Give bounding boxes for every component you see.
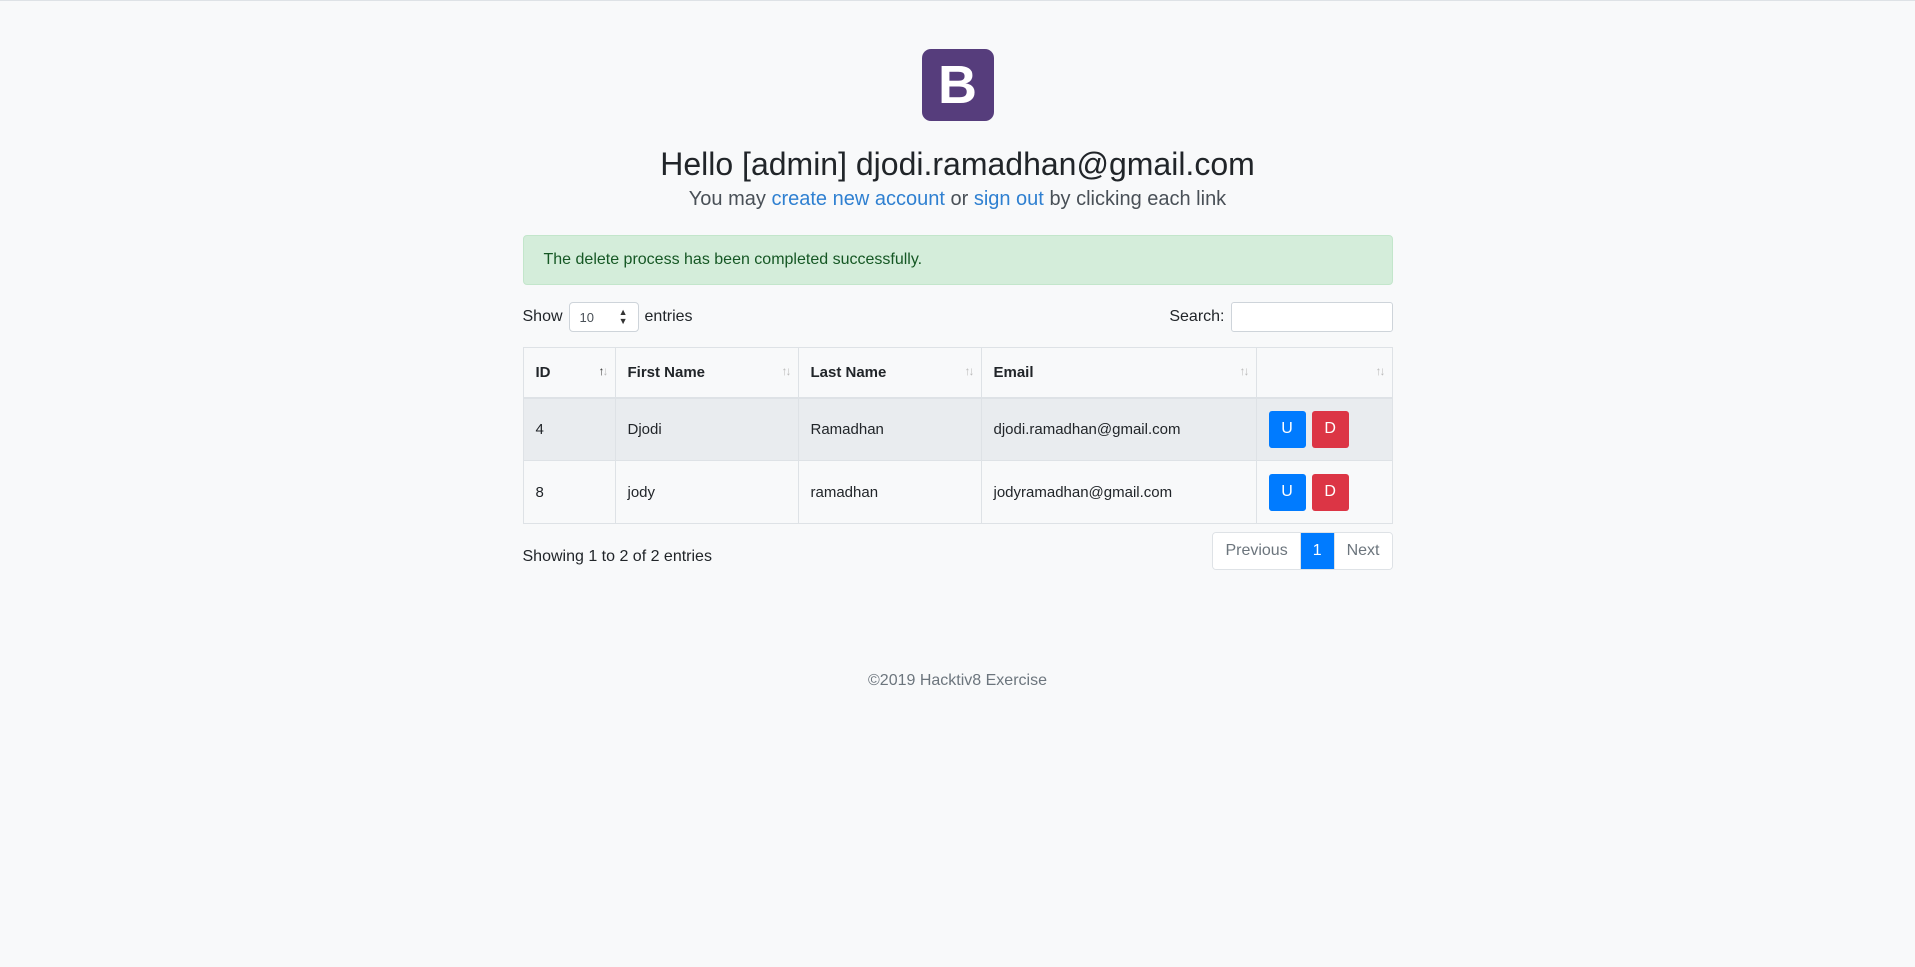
lead-prefix: You may bbox=[688, 188, 766, 211]
table-footer: Showing 1 to 2 of 2 entries Previous 1 N… bbox=[522, 532, 1393, 571]
cell-first-name: jody bbox=[614, 460, 799, 525]
previous-page-button[interactable]: Previous bbox=[1213, 533, 1300, 570]
column-label-first-name: First Name bbox=[627, 363, 706, 381]
column-header-first-name[interactable]: First Name ↑↓ bbox=[614, 347, 799, 399]
cell-last-name: ramadhan bbox=[797, 460, 982, 525]
bootstrap-logo: B bbox=[921, 49, 994, 121]
cell-id: 8 bbox=[522, 460, 616, 525]
cell-actions: U D bbox=[1255, 460, 1393, 525]
page-container: B Hello [admin] djodi.ramadhan@gmail.com… bbox=[522, 1, 1393, 690]
cell-last-name: Ramadhan bbox=[797, 397, 982, 462]
users-table: ID ↑↓ First Name ↑↓ Last Name ↑↓ Email ↑… bbox=[522, 347, 1393, 525]
column-header-id[interactable]: ID ↑↓ bbox=[522, 347, 616, 399]
table-header-row: ID ↑↓ First Name ↑↓ Last Name ↑↓ Email ↑… bbox=[522, 347, 1393, 399]
alert-text: The delete process has been completed su… bbox=[543, 251, 923, 269]
entries-info: Showing 1 to 2 of 2 entries bbox=[522, 548, 712, 566]
sign-out-link[interactable]: sign out bbox=[974, 188, 1044, 210]
search-label: Search: bbox=[1169, 308, 1225, 326]
column-label-id: ID bbox=[535, 363, 551, 381]
sort-icon: ↑↓ bbox=[781, 364, 792, 379]
delete-button[interactable]: D bbox=[1311, 410, 1349, 448]
page-1-button[interactable]: 1 bbox=[1299, 533, 1334, 570]
sort-asc-icon: ↑↓ bbox=[598, 364, 609, 379]
column-header-email[interactable]: Email ↑↓ bbox=[980, 347, 1257, 399]
sort-icon: ↑↓ bbox=[964, 364, 975, 379]
update-button[interactable]: U bbox=[1268, 410, 1306, 448]
column-label-last-name: Last Name bbox=[810, 363, 887, 381]
create-account-link[interactable]: create new account bbox=[771, 188, 944, 210]
lead-or: or bbox=[950, 188, 969, 211]
table-controls: Show 10 ▲ ▼ entries Search: bbox=[523, 301, 1393, 333]
cell-email: jodyramadhan@gmail.com bbox=[980, 460, 1257, 525]
lead-suffix: by clicking each link bbox=[1049, 188, 1227, 211]
delete-button[interactable]: D bbox=[1311, 473, 1349, 511]
cell-first-name: Djodi bbox=[614, 397, 799, 462]
cell-id: 4 bbox=[522, 397, 616, 462]
select-caret-icon: ▲ ▼ bbox=[618, 307, 628, 327]
update-button[interactable]: U bbox=[1268, 473, 1306, 511]
cell-email: djodi.ramadhan@gmail.com bbox=[980, 397, 1257, 462]
entries-label: entries bbox=[644, 308, 693, 326]
column-label-email: Email bbox=[993, 363, 1034, 381]
table-row: 4 Djodi Ramadhan djodi.ramadhan@gmail.co… bbox=[522, 397, 1393, 462]
page-title: Hello [admin] djodi.ramadhan@gmail.com bbox=[660, 146, 1255, 182]
pagination: Previous 1 Next bbox=[1212, 532, 1393, 571]
search-input[interactable] bbox=[1230, 302, 1393, 333]
copyright-text: ©2019 Hacktiv8 Exercise bbox=[868, 672, 1047, 690]
page-size-value: 10 bbox=[579, 309, 594, 325]
column-header-actions[interactable]: ↑↓ bbox=[1255, 347, 1393, 399]
next-page-button[interactable]: Next bbox=[1333, 533, 1392, 570]
sort-icon: ↑↓ bbox=[1375, 364, 1386, 379]
show-label: Show bbox=[522, 308, 563, 326]
sort-icon: ↑↓ bbox=[1239, 364, 1250, 379]
page-size-select[interactable]: 10 ▲ ▼ bbox=[568, 302, 639, 333]
column-header-last-name[interactable]: Last Name ↑↓ bbox=[797, 347, 982, 399]
success-alert: The delete process has been completed su… bbox=[522, 235, 1393, 286]
cell-actions: U D bbox=[1255, 397, 1393, 462]
table-row: 8 jody ramadhan jodyramadhan@gmail.com U… bbox=[522, 460, 1393, 525]
lead-text: You may create new account or sign out b… bbox=[523, 188, 1393, 211]
